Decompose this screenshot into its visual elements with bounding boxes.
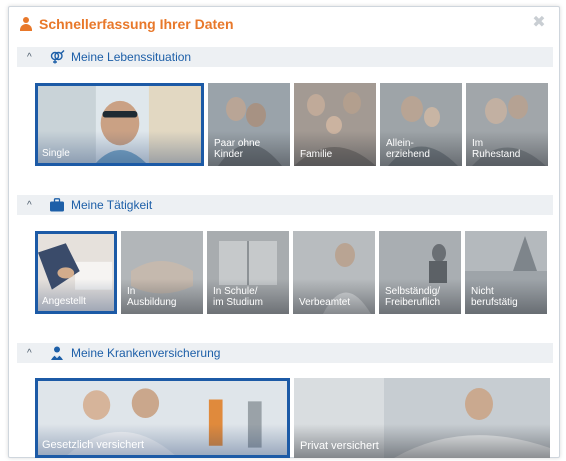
tile-in-schule-im-studium[interactable]: In Schule/ im Studium (207, 231, 289, 314)
quick-entry-panel: Schnellerfassung Ihrer Daten ✖ ^ Meine L… (8, 6, 560, 458)
section-label-taetigkeit: Meine Tätigkeit (71, 198, 153, 212)
tile-label: In Ausbildung (127, 286, 177, 308)
tile-nicht-berufstaetig[interactable]: Nicht berufstätig (465, 231, 547, 314)
tile-alleinerziehend[interactable]: Allein- erziehend (380, 83, 462, 166)
tile-gesetzlich-versichert[interactable]: Gesetzlich versichert (35, 378, 290, 458)
gender-icon (50, 50, 65, 64)
tile-im-ruhestand[interactable]: Im Ruhestand (466, 83, 548, 166)
tile-label: Single (42, 148, 70, 159)
panel-title: Schnellerfassung Ihrer Daten (39, 16, 234, 32)
briefcase-icon (50, 198, 64, 212)
close-icon[interactable]: ✖ (531, 15, 547, 31)
tile-label: Selbständig/ Freiberuflich (385, 286, 441, 308)
person-icon (19, 17, 33, 31)
section-header-taetigkeit[interactable]: ^ Meine Tätigkeit (17, 195, 553, 215)
tile-label: Paar ohne Kinder (214, 138, 261, 160)
doctor-icon (51, 346, 63, 360)
tile-paar-ohne-kinder[interactable]: Paar ohne Kinder (208, 83, 290, 166)
tile-single[interactable]: Single (35, 83, 204, 166)
tile-angestellt[interactable]: Angestellt (35, 231, 117, 314)
tile-label: Angestellt (42, 296, 86, 307)
tile-familie[interactable]: Familie (294, 83, 376, 166)
tile-label: In Schule/ im Studium (213, 286, 264, 308)
tile-label: Verbeamtet (299, 297, 351, 308)
section-label-krankenversicherung: Meine Krankenversicherung (71, 346, 221, 360)
tile-label: Familie (300, 149, 333, 160)
tile-label: Im Ruhestand (472, 138, 521, 160)
section-header-lebenssituation[interactable]: ^ Meine Lebenssituation (17, 47, 553, 67)
chevron-up-icon[interactable]: ^ (27, 348, 41, 359)
section-header-krankenversicherung[interactable]: ^ Meine Krankenversicherung (17, 343, 553, 363)
tile-in-ausbildung[interactable]: In Ausbildung (121, 231, 203, 314)
tile-label: Privat versichert (300, 440, 379, 452)
tile-verbeamtet[interactable]: Verbeamtet (293, 231, 375, 314)
section-label-lebenssituation: Meine Lebenssituation (71, 50, 192, 64)
tile-label: Allein- erziehend (386, 138, 430, 160)
tile-privat-versichert[interactable]: Privat versichert (294, 378, 550, 458)
chevron-up-icon[interactable]: ^ (27, 200, 41, 211)
panel-header: Schnellerfassung Ihrer Daten ✖ (9, 7, 559, 41)
tile-label: Gesetzlich versichert (42, 439, 145, 451)
tile-label: Nicht berufstätig (471, 286, 518, 308)
tile-selbstaendig-freiberuflich[interactable]: Selbständig/ Freiberuflich (379, 231, 461, 314)
chevron-up-icon[interactable]: ^ (27, 52, 41, 63)
